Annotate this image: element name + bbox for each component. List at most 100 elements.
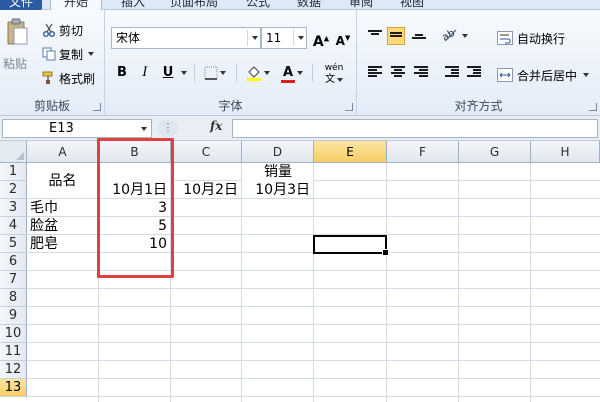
font-name-select[interactable]: 宋体 [111, 27, 261, 49]
separator [194, 64, 195, 82]
merge-center-label: 合并后居中 [517, 68, 578, 83]
worksheet-grid[interactable]: A B C D E F G H 1 2 3 4 5 6 7 8 9 10 11 … [0, 141, 600, 402]
row-header-7[interactable]: 7 [0, 271, 27, 289]
cell-a5[interactable]: 肥皂 [27, 235, 98, 253]
chevron-down-icon[interactable] [141, 127, 147, 131]
tab-page-layout[interactable]: 页面布局 [170, 0, 218, 10]
align-left-icon [368, 66, 382, 77]
dialog-launcher-icon[interactable] [345, 103, 353, 111]
align-bottom-icon [412, 34, 426, 44]
gridline [313, 180, 600, 181]
phonetic-guide-button[interactable]: wén 文 [317, 62, 351, 85]
gridline [27, 342, 600, 343]
chevron-down-icon[interactable] [583, 73, 590, 77]
active-cell-e13[interactable] [313, 235, 389, 256]
column-header-g[interactable]: G [459, 141, 531, 163]
column-header-a[interactable]: A [27, 141, 99, 163]
underline-button[interactable]: U [159, 62, 177, 84]
column-header-d[interactable]: D [242, 141, 314, 163]
gridline [27, 288, 600, 289]
row-header-10[interactable]: 10 [0, 325, 27, 343]
shrink-font-button[interactable]: A▼ [333, 27, 353, 49]
merge-cells-icon [497, 68, 513, 82]
cell-a4[interactable]: 脸盆 [27, 217, 98, 235]
tab-view[interactable]: 视图 [400, 0, 424, 10]
column-header-e[interactable]: E [314, 141, 387, 163]
decrease-indent-button[interactable] [443, 64, 461, 82]
chevron-down-icon [181, 70, 187, 75]
font-size-select[interactable]: 11 [261, 27, 307, 49]
cut-button[interactable]: 剪切 [42, 20, 83, 40]
merge-center-button[interactable]: 合并后居中 [497, 64, 590, 86]
dialog-launcher-icon[interactable] [589, 103, 597, 111]
increase-indent-button[interactable] [465, 64, 483, 82]
tab-data[interactable]: 数据 [297, 0, 321, 10]
cell-c2[interactable]: 10月2日 [171, 181, 241, 199]
format-painter-label: 格式刷 [59, 71, 96, 86]
tab-formulas[interactable]: 公式 [246, 0, 270, 10]
borders-button[interactable] [201, 62, 229, 84]
format-painter-button[interactable]: 格式刷 [42, 68, 95, 88]
column-header-f[interactable]: F [387, 141, 459, 163]
row-header-9[interactable]: 9 [0, 307, 27, 325]
formula-input[interactable] [232, 119, 598, 138]
align-right-icon [414, 66, 428, 77]
dialog-launcher-icon[interactable] [93, 103, 101, 111]
row-header-8[interactable]: 8 [0, 289, 27, 307]
annotation-highlight-box [97, 138, 174, 278]
alignment-group: ab 自动换行 合并后居中 对齐方式 [357, 10, 600, 116]
wrap-text-label: 自动换行 [517, 31, 566, 46]
row-header-1[interactable]: 1 [0, 163, 27, 181]
italic-button[interactable]: I [137, 62, 153, 84]
column-header-h[interactable]: H [531, 141, 600, 163]
formula-bar-resize-handle[interactable]: ⋮ [158, 120, 178, 137]
align-bottom-button[interactable] [410, 27, 428, 45]
cell-d1[interactable]: 销量 [242, 163, 314, 181]
cell-d2[interactable]: 10月3日 [242, 181, 313, 199]
row-header-13[interactable]: 13 [0, 379, 27, 397]
tab-insert[interactable]: 插入 [121, 0, 145, 10]
select-all-button[interactable] [0, 141, 27, 163]
copy-label: 复制 [59, 47, 84, 62]
tab-home[interactable]: 开始 [50, 0, 102, 10]
copy-icon [42, 47, 56, 61]
column-header-c[interactable]: C [171, 141, 242, 163]
align-middle-button[interactable] [387, 27, 405, 45]
clipboard-group: 粘贴 剪切 复制 格式刷 剪贴板 [0, 10, 105, 116]
name-box[interactable]: E13 [2, 119, 152, 138]
chevron-down-icon [337, 77, 343, 82]
separator [312, 64, 313, 82]
formula-bar: E13 ⋮ fx [0, 116, 600, 141]
cell-a3[interactable]: 毛巾 [27, 199, 98, 217]
align-left-button[interactable] [366, 64, 384, 82]
row-header-4[interactable]: 4 [0, 217, 27, 235]
chevron-down-icon[interactable] [88, 52, 95, 56]
row-header-11[interactable]: 11 [0, 343, 27, 361]
cell-a1[interactable]: 品名 [27, 172, 98, 190]
chevron-down-icon [264, 70, 270, 75]
paint-bucket-icon [247, 65, 261, 81]
tab-review[interactable]: 审阅 [349, 0, 373, 10]
grow-font-button[interactable]: A▲ [311, 27, 331, 50]
phonetic-guide-label: wén [324, 63, 344, 73]
fill-color-button[interactable] [243, 62, 273, 84]
svg-text:ab: ab [441, 28, 457, 43]
row-header-5[interactable]: 5 [0, 235, 27, 253]
wrap-text-button[interactable]: 自动换行 [497, 27, 565, 49]
row-header-3[interactable]: 3 [0, 199, 27, 217]
copy-button[interactable]: 复制 [42, 44, 95, 64]
row-header-12[interactable]: 12 [0, 361, 27, 379]
row-header-6[interactable]: 6 [0, 253, 27, 271]
align-center-button[interactable] [389, 64, 407, 82]
font-color-button[interactable]: A [277, 62, 307, 84]
align-top-icon [368, 30, 382, 40]
shrink-font-icon: A▼ [335, 34, 351, 48]
row-header-2[interactable]: 2 [0, 181, 27, 199]
orientation-button[interactable]: ab [441, 27, 471, 45]
align-top-button[interactable] [366, 27, 384, 45]
bold-button[interactable]: B [113, 62, 131, 84]
insert-function-button[interactable]: fx [210, 119, 222, 133]
underline-dropdown[interactable] [178, 62, 188, 84]
tab-file[interactable]: 文件 [0, 0, 42, 10]
align-right-button[interactable] [412, 64, 430, 82]
